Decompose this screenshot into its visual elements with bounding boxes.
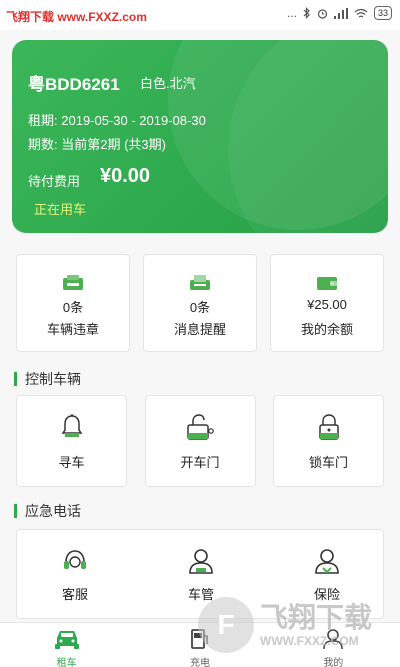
headset-icon	[64, 550, 86, 569]
status-watermark: 飞翔下载 www.FXXZ.com	[6, 10, 147, 24]
due-amount: ¥0.00	[100, 165, 151, 187]
section-title-emergency: 应急电话	[14, 504, 81, 518]
rental-phase: 期数: 当前第2期 (共3期)	[28, 134, 166, 153]
plate-number: 粤BDD6261	[28, 75, 120, 94]
wifi-icon	[354, 8, 368, 18]
bluetooth-icon	[303, 7, 310, 19]
tab-label: 租车	[56, 658, 77, 667]
stat-label: 消息提醒	[173, 322, 226, 337]
signal-icon	[333, 7, 348, 19]
stat-value: 0条	[62, 300, 84, 315]
car-icon	[54, 631, 79, 649]
insurance-user-icon	[315, 549, 339, 574]
rental-status: 正在用车	[34, 202, 87, 217]
control-label: 锁车门	[308, 455, 348, 470]
emergency-panel: 客服 车管 保险	[16, 529, 384, 619]
stat-label: 车辆违章	[46, 322, 99, 337]
rental-period: 租期: 2019-05-30 - 2019-08-30	[28, 110, 206, 129]
user-icon	[189, 549, 213, 574]
emergency-label: 保险	[313, 587, 340, 602]
emergency-label: 车管	[187, 587, 214, 602]
message-printer-icon	[190, 275, 210, 290]
alarm-icon	[317, 8, 328, 19]
unlock-door-button[interactable]: 开车门	[144, 395, 256, 487]
period-value: 2019-05-30 - 2019-08-30	[61, 113, 206, 128]
unlock-icon	[187, 414, 214, 440]
section-title-control: 控制车辆	[14, 372, 81, 386]
tab-charging[interactable]: 充电	[133, 623, 266, 667]
status-icons: ... 33	[287, 6, 392, 20]
control-label: 寻车	[58, 455, 85, 470]
phase-value: 当前第2期 (共3期)	[61, 137, 166, 152]
charge-icon	[191, 629, 208, 649]
find-car-button[interactable]: 寻车	[16, 395, 127, 487]
status-bar: 飞翔下载 www.FXXZ.com ... 33	[0, 0, 400, 30]
signal-dots: ...	[286, 6, 297, 20]
control-row: 寻车 开车门 锁车门	[16, 395, 384, 487]
lock-icon	[318, 414, 339, 440]
stat-label: 我的余额	[300, 322, 353, 337]
tab-label: 我的	[323, 658, 344, 667]
stat-balance[interactable]: ¥25.00 我的余额	[270, 254, 384, 352]
rental-card[interactable]: 粤BDD6261 白色.北汽 租期: 2019-05-30 - 2019-08-…	[12, 40, 388, 233]
stat-violations[interactable]: 0条 车辆违章	[16, 254, 130, 352]
battery-indicator: 33	[373, 6, 392, 20]
stats-row: 0条 车辆违章 0条 消息提醒 ¥25.00 我的余额	[16, 254, 384, 352]
stat-value: 0条	[189, 300, 211, 315]
violation-card-icon	[63, 275, 83, 290]
phase-label: 期数:	[28, 137, 58, 152]
bell-icon	[61, 414, 82, 437]
control-label: 开车门	[180, 455, 220, 470]
tab-profile[interactable]: 我的	[267, 623, 400, 667]
stat-value: ¥25.00	[307, 297, 347, 312]
emergency-label: 客服	[61, 587, 88, 602]
stat-messages[interactable]: 0条 消息提醒	[143, 254, 257, 352]
tab-rent-car[interactable]: 租车	[0, 623, 133, 667]
profile-icon	[323, 629, 344, 650]
lock-door-button[interactable]: 锁车门	[273, 395, 384, 487]
vehicle-manager-button[interactable]: 车管	[151, 530, 251, 620]
car-description: 白色.北汽	[140, 76, 196, 91]
customer-service-button[interactable]: 客服	[25, 530, 125, 620]
due-label: 待付费用	[28, 174, 81, 189]
bottom-tab-bar: 租车 充电 我的	[0, 622, 400, 667]
period-label: 租期:	[28, 113, 58, 128]
tab-label: 充电	[189, 658, 210, 667]
insurance-button[interactable]: 保险	[277, 530, 377, 620]
wallet-icon	[317, 277, 337, 290]
